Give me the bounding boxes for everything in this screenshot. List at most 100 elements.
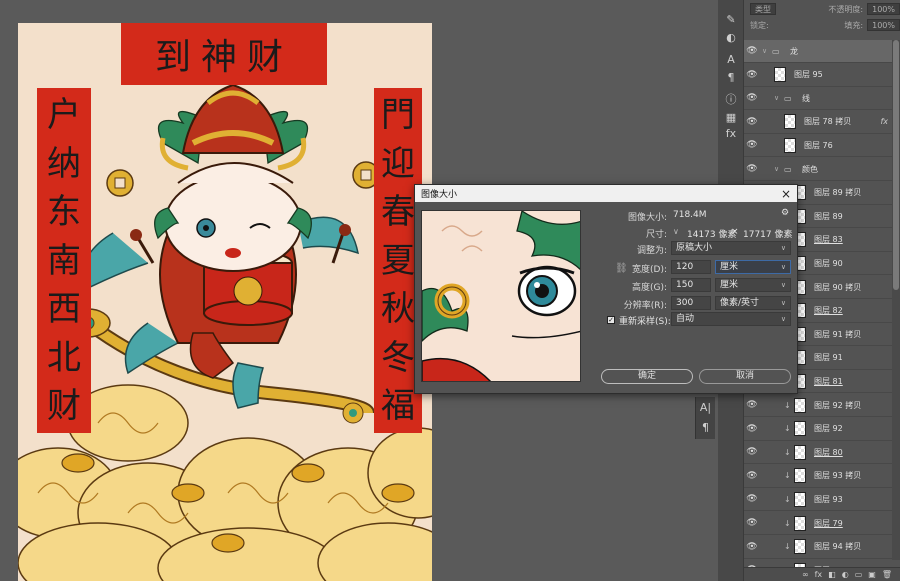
add-style-icon[interactable]: fx	[815, 570, 823, 579]
visibility-eye-icon[interactable]: 👁	[744, 494, 760, 504]
adjust-icon[interactable]: ◐	[722, 28, 740, 46]
resolution-label: 分辨率(R):	[623, 301, 667, 311]
dimensions-height: 17717 像素	[743, 230, 793, 240]
link-layers-icon[interactable]: ∞	[802, 570, 809, 579]
banner-character: 北	[47, 337, 81, 378]
chevron-down-icon: ∨	[780, 281, 786, 289]
visibility-eye-icon[interactable]: 👁	[744, 70, 760, 80]
banner-character: 夏	[381, 240, 415, 281]
layer-group-row[interactable]: 👁 ∨ ▭ 线	[744, 87, 892, 111]
character-panel-icon[interactable]: A|	[696, 397, 715, 417]
height-unit-select[interactable]: 厘米 ∨	[715, 278, 791, 292]
document-canvas[interactable]: 到神财 户纳东南西北财 門迎春夏秋冬福	[18, 23, 432, 581]
visibility-eye-icon[interactable]: 👁	[744, 471, 760, 481]
width-value: 120	[676, 262, 694, 272]
resolution-input[interactable]: 300	[671, 296, 711, 310]
close-icon[interactable]: ×	[781, 187, 791, 201]
scrollbar-thumb[interactable]	[893, 40, 899, 290]
paragraph-panel-icon[interactable]: ¶	[696, 417, 715, 437]
layer-thumbnail	[794, 444, 806, 460]
chevron-down-icon: ∨	[780, 315, 786, 323]
layer-name: 图层 82	[814, 306, 843, 316]
width-input[interactable]: 120	[671, 260, 711, 274]
resolution-unit-select[interactable]: 像素/英寸 ∨	[715, 296, 791, 310]
delete-layer-icon[interactable]: 🗑	[882, 570, 892, 579]
visibility-eye-icon[interactable]: 👁	[744, 447, 760, 457]
width-unit-value: 厘米	[720, 262, 739, 272]
expand-chevron-icon[interactable]: ∨	[774, 165, 784, 173]
visibility-eye-icon[interactable]: 👁	[744, 117, 760, 127]
layer-name: 图层 76	[804, 140, 833, 150]
banner-character: 冬	[381, 337, 415, 378]
visibility-eye-icon[interactable]: 👁	[744, 46, 760, 56]
layer-name: 图层 91	[814, 353, 843, 363]
layer-row[interactable]: 👁 ↓ 图层 92 拷贝	[744, 394, 892, 417]
layer-row[interactable]: 👁 ↓ 图层 94 拷贝	[744, 536, 892, 559]
fit-to-select[interactable]: 原稿大小 ∨	[671, 241, 791, 255]
layer-row[interactable]: 👁 图层 76	[744, 134, 892, 158]
character-icon[interactable]: A	[722, 50, 740, 68]
dimensions-times: ×	[731, 227, 739, 237]
visibility-eye-icon[interactable]: 👁	[744, 400, 760, 410]
brush-icon[interactable]: ✎	[722, 10, 740, 28]
image-size-label: 图像大小:	[627, 213, 667, 223]
lock-label: 锁定:	[750, 20, 769, 30]
layer-row[interactable]: 👁 图层 95	[744, 64, 892, 87]
expand-chevron-icon[interactable]: ∨	[774, 94, 784, 102]
layer-name: 图层 89 拷贝	[814, 188, 862, 198]
new-layer-icon[interactable]: ▣	[868, 570, 876, 579]
chevron-down-icon[interactable]: ∨	[673, 227, 679, 236]
banner-character: 纳	[47, 143, 81, 184]
fit-to-value: 原稿大小	[676, 243, 713, 253]
banner-character: 秋	[381, 289, 415, 329]
resolution-unit-value: 像素/英寸	[720, 298, 760, 308]
layer-name: 龙	[790, 46, 798, 56]
visibility-eye-icon[interactable]: 👁	[744, 140, 760, 150]
character-tool-strip: A| ¶	[695, 397, 715, 439]
title-banner-text: 到神财	[154, 37, 293, 78]
layer-effects-icon[interactable]: fx	[880, 117, 888, 126]
fit-to-label: 调整为:	[636, 246, 667, 256]
layer-row[interactable]: 👁 图层 78 拷贝 fx	[744, 111, 892, 134]
height-input[interactable]: 150	[671, 278, 711, 292]
visibility-eye-icon[interactable]: 👁	[744, 542, 760, 552]
dialog-titlebar[interactable]: 图像大小 ×	[415, 185, 797, 202]
visibility-eye-icon[interactable]: 👁	[744, 93, 760, 103]
layer-row[interactable]: 👁 ↓ 图层 79	[744, 512, 892, 535]
add-mask-icon[interactable]: ◧	[828, 570, 836, 579]
opacity-input[interactable]: 100%	[867, 3, 900, 15]
new-group-icon[interactable]: ▭	[855, 570, 863, 579]
adjustment-layer-icon[interactable]: ◐	[842, 570, 849, 579]
cancel-button[interactable]: 取消	[699, 369, 791, 384]
visibility-eye-icon[interactable]: 👁	[744, 424, 760, 434]
layer-row[interactable]: 👁 ↓ 图层 93	[744, 488, 892, 512]
layer-group-row[interactable]: 👁 ∨ ▭ 颜色	[744, 158, 892, 181]
resample-checkbox[interactable]: ✓	[607, 316, 615, 324]
filter-type-dropdown[interactable]: 类型	[750, 3, 776, 15]
layer-name: 图层 79	[814, 518, 843, 528]
folder-icon: ▭	[784, 164, 792, 174]
layer-row[interactable]: 👁 ↓ 图层 80	[744, 441, 892, 465]
banner-character: 春	[381, 192, 415, 232]
chevron-down-icon: ∨	[780, 244, 786, 252]
layers-scrollbar[interactable]	[892, 40, 900, 560]
banner-character: 南	[47, 240, 81, 281]
resample-select[interactable]: 自动 ∨	[671, 312, 791, 326]
fill-input[interactable]: 100%	[867, 19, 900, 31]
info-icon[interactable]: ⓘ	[722, 90, 740, 108]
width-unit-select[interactable]: 厘米 ∨	[715, 260, 791, 274]
image-preview[interactable]	[421, 210, 581, 382]
layer-row[interactable]: 👁 ↓ 图层 93 拷贝	[744, 465, 892, 488]
dimensions-width: 14173 像素	[687, 230, 737, 240]
layer-group-row[interactable]: 👁 ∨ ▭ 龙	[744, 40, 892, 63]
ok-button[interactable]: 确定	[601, 369, 693, 384]
clipping-mask-icon: ↓	[784, 471, 791, 481]
visibility-eye-icon[interactable]: 👁	[744, 164, 760, 174]
gear-icon[interactable]: ⚙	[781, 208, 789, 218]
layer-row[interactable]: 👁 ↓ 图层 92	[744, 418, 892, 441]
paragraph-icon[interactable]: ¶	[722, 68, 740, 86]
visibility-eye-icon[interactable]: 👁	[744, 518, 760, 528]
styles-icon[interactable]: fx	[722, 124, 740, 142]
layer-name: 图层 83	[814, 235, 843, 245]
expand-chevron-icon[interactable]: ∨	[762, 47, 772, 55]
